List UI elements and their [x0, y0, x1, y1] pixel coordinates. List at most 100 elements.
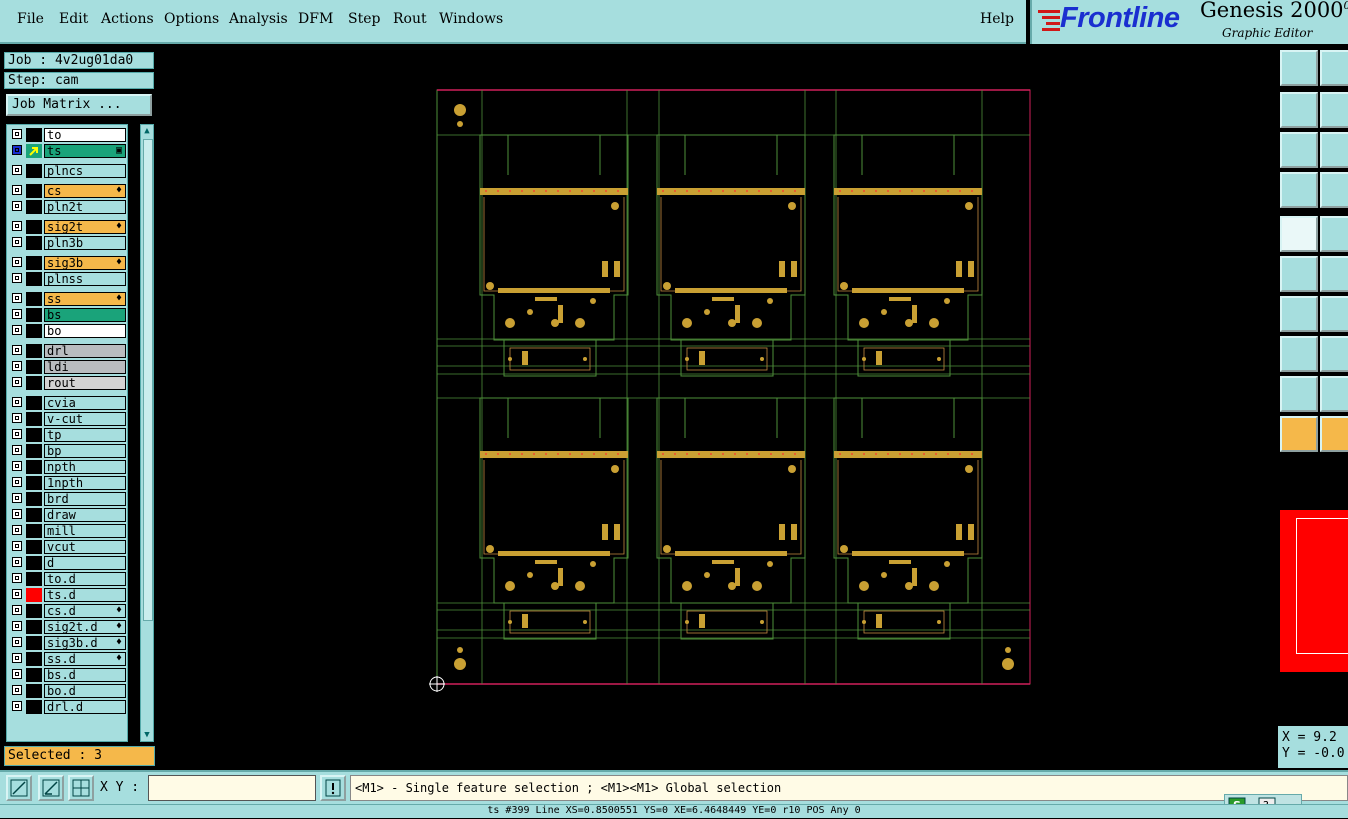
- zoom-fit-icon[interactable]: [1280, 132, 1318, 168]
- polygon-icon[interactable]: [1280, 376, 1318, 412]
- layer-name[interactable]: sig2t.d ♦: [44, 620, 126, 634]
- layer-state[interactable]: [26, 572, 42, 586]
- layer-state[interactable]: [26, 324, 42, 338]
- layer-row-bp[interactable]: bp: [9, 444, 127, 458]
- layer-checkbox[interactable]: [12, 309, 22, 319]
- move-icon[interactable]: [1280, 336, 1318, 372]
- layer-state[interactable]: [26, 184, 42, 198]
- layer-name[interactable]: ss ♦: [44, 292, 126, 306]
- layer-row-plncs[interactable]: plncs: [9, 164, 127, 178]
- add-pad-icon[interactable]: [1280, 216, 1318, 252]
- cross-icon[interactable]: [1320, 256, 1348, 292]
- layer-row-plnss[interactable]: plnss: [9, 272, 127, 286]
- layer-state[interactable]: [26, 540, 42, 554]
- overview-preview[interactable]: [1280, 510, 1348, 672]
- layer-row-mill[interactable]: mill: [9, 524, 127, 538]
- layer-checkbox[interactable]: [12, 325, 22, 335]
- menu-rout[interactable]: Rout: [393, 11, 427, 27]
- layer-checkbox[interactable]: [12, 461, 22, 471]
- layer-name[interactable]: bo: [44, 324, 126, 338]
- menu-analysis[interactable]: Analysis: [229, 11, 288, 27]
- layer-checkbox[interactable]: [12, 257, 22, 267]
- layer-state[interactable]: [26, 292, 42, 306]
- layer-state[interactable]: [26, 620, 42, 634]
- layer-row-bo[interactable]: bo: [9, 324, 127, 338]
- layer-row-ts[interactable]: ts ▣: [9, 144, 127, 158]
- layer-row-to.d[interactable]: to.d: [9, 572, 127, 586]
- layer-row-ss.d[interactable]: ss.d ♦: [9, 652, 127, 666]
- layer-name[interactable]: d: [44, 556, 126, 570]
- layer-checkbox[interactable]: [12, 361, 22, 371]
- triangle-icon[interactable]: [1320, 376, 1348, 412]
- layer-name[interactable]: sig3b ♦: [44, 256, 126, 270]
- layer-row-sig2t[interactable]: sig2t ♦: [9, 220, 127, 234]
- layer-name[interactable]: v-cut: [44, 412, 126, 426]
- layer-state[interactable]: [26, 636, 42, 650]
- layer-row-1npth[interactable]: 1npth: [9, 476, 127, 490]
- job-matrix-button[interactable]: Job Matrix ...: [6, 94, 152, 116]
- layer-checkbox[interactable]: [12, 509, 22, 519]
- layer-state[interactable]: [26, 360, 42, 374]
- select-area-icon[interactable]: [1320, 416, 1348, 452]
- layer-name[interactable]: ss.d ♦: [44, 652, 126, 666]
- layer-name[interactable]: pln3b: [44, 236, 126, 250]
- scroll-up-icon[interactable]: ▲: [141, 125, 153, 137]
- layer-name[interactable]: mill: [44, 524, 126, 538]
- layer-state[interactable]: [26, 476, 42, 490]
- layer-state[interactable]: [26, 236, 42, 250]
- layer-state[interactable]: [26, 344, 42, 358]
- layer-checkbox[interactable]: [12, 273, 22, 283]
- layer-state[interactable]: [26, 164, 42, 178]
- layer-checkbox[interactable]: [12, 541, 22, 551]
- layer-state[interactable]: [26, 272, 42, 286]
- layer-name[interactable]: bs.d: [44, 668, 126, 682]
- layer-state[interactable]: [26, 308, 42, 322]
- layer-checkbox[interactable]: [12, 653, 22, 663]
- layer-state[interactable]: [26, 604, 42, 618]
- layer-row-to[interactable]: to: [9, 128, 127, 142]
- layer-checkbox[interactable]: [12, 637, 22, 647]
- layer-name[interactable]: npth: [44, 460, 126, 474]
- layer-name[interactable]: sig2t ♦: [44, 220, 126, 234]
- layer-checkbox[interactable]: [12, 129, 22, 139]
- exclamation-icon[interactable]: [320, 775, 346, 801]
- layer-name[interactable]: pln2t: [44, 200, 126, 214]
- layer-row-bo.d[interactable]: bo.d: [9, 684, 127, 698]
- layer-checkbox[interactable]: [12, 621, 22, 631]
- layer-checkbox[interactable]: [12, 293, 22, 303]
- add-line-icon[interactable]: [1320, 216, 1348, 252]
- layer-row-pln3b[interactable]: pln3b: [9, 236, 127, 250]
- layer-checkbox[interactable]: [12, 345, 22, 355]
- layer-row-cvia[interactable]: cvia: [9, 396, 127, 410]
- layer-name[interactable]: bp: [44, 444, 126, 458]
- layer-name[interactable]: ldi: [44, 360, 126, 374]
- layer-state[interactable]: [26, 256, 42, 270]
- layer-checkbox[interactable]: [12, 185, 22, 195]
- layer-name[interactable]: drl: [44, 344, 126, 358]
- layer-list-scrollbar[interactable]: ▲ ▼: [140, 124, 154, 742]
- layer-row-pln2t[interactable]: pln2t: [9, 200, 127, 214]
- layer-checkbox[interactable]: [12, 201, 22, 211]
- layer-name[interactable]: tp: [44, 428, 126, 442]
- select-pointer-icon[interactable]: [1280, 416, 1318, 452]
- layer-row-sig3b.d[interactable]: sig3b.d ♦: [9, 636, 127, 650]
- layer-state[interactable]: [26, 428, 42, 442]
- layer-checkbox[interactable]: [12, 605, 22, 615]
- layer-state[interactable]: [26, 556, 42, 570]
- menu-file[interactable]: File: [17, 11, 44, 27]
- layer-checkbox[interactable]: [12, 165, 22, 175]
- zoom-down-icon[interactable]: [1320, 50, 1348, 86]
- scroll-down-icon[interactable]: ▼: [141, 729, 153, 741]
- layer-name[interactable]: drl.d: [44, 700, 126, 714]
- layer-state[interactable]: [26, 396, 42, 410]
- connect-icon[interactable]: [1280, 256, 1318, 292]
- layer-state[interactable]: [26, 220, 42, 234]
- layer-row-npth[interactable]: npth: [9, 460, 127, 474]
- measure-icon[interactable]: [1280, 172, 1318, 208]
- layer-name[interactable]: bo.d: [44, 684, 126, 698]
- layer-name[interactable]: cs.d ♦: [44, 604, 126, 618]
- menu-step[interactable]: Step: [348, 11, 380, 27]
- layer-name[interactable]: ts ▣: [44, 144, 126, 158]
- layer-name[interactable]: to.d: [44, 572, 126, 586]
- layer-row-drl[interactable]: drl: [9, 344, 127, 358]
